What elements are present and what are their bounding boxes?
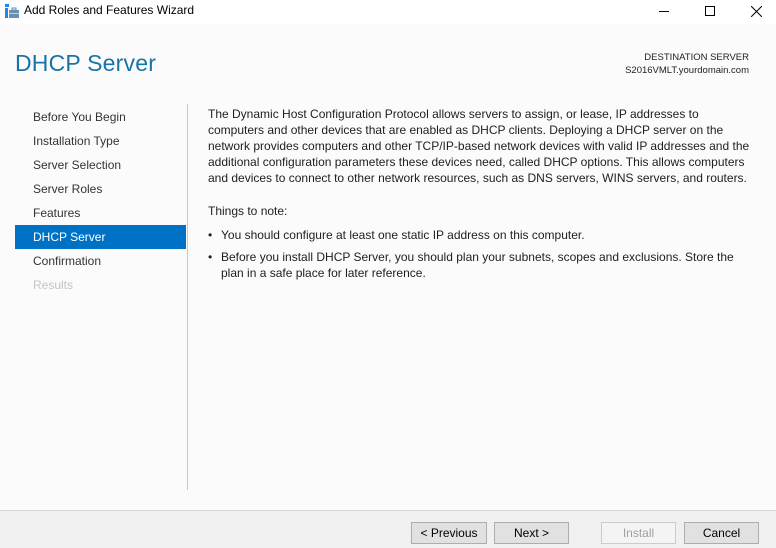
notes-heading: Things to note:	[208, 204, 288, 218]
note-text: You should configure at least one static…	[221, 228, 585, 242]
page-title: DHCP Server	[15, 50, 157, 76]
previous-button[interactable]: < Previous	[411, 522, 487, 544]
nav-item-confirmation[interactable]: Confirmation	[15, 249, 186, 273]
window-title: Add Roles and Features Wizard	[24, 3, 195, 17]
close-icon	[750, 5, 762, 17]
nav-item-server-selection[interactable]: Server Selection	[15, 153, 186, 177]
minimize-button[interactable]	[641, 0, 687, 22]
wizard-steps-nav: Before You Begin Installation Type Serve…	[15, 105, 186, 297]
install-button: Install	[601, 522, 676, 544]
dhcp-description: The Dynamic Host Configuration Protocol …	[208, 107, 750, 185]
wizard-header: DHCP Server DESTINATION SERVER S2016VMLT…	[0, 24, 776, 104]
note-text: Before you install DHCP Server, you shou…	[221, 250, 734, 280]
server-manager-icon	[4, 3, 20, 19]
note-item: • You should configure at least one stat…	[208, 227, 753, 243]
nav-item-results: Results	[33, 278, 74, 292]
maximize-button[interactable]	[687, 0, 733, 22]
wizard-footer: < Previous Next > Install Cancel	[0, 510, 776, 548]
bullet-icon: •	[208, 228, 213, 242]
sidebar-divider	[187, 104, 188, 490]
next-button[interactable]: Next >	[494, 522, 569, 544]
destination-server-info: DESTINATION SERVER S2016VMLT.yourdomain.…	[625, 51, 749, 77]
nav-item-installation-type[interactable]: Installation Type	[15, 129, 186, 153]
note-item: • Before you install DHCP Server, you sh…	[208, 249, 753, 281]
cancel-button[interactable]: Cancel	[684, 522, 759, 544]
notes-list: • You should configure at least one stat…	[208, 227, 753, 281]
close-button[interactable]	[733, 0, 776, 22]
destination-server-label: DESTINATION SERVER	[644, 52, 749, 63]
nav-item-server-roles[interactable]: Server Roles	[15, 177, 186, 201]
nav-item-before-you-begin[interactable]: Before You Begin	[15, 105, 186, 129]
nav-item-features[interactable]: Features	[15, 201, 186, 225]
title-bar: Add Roles and Features Wizard	[0, 0, 776, 24]
nav-item-dhcp-server[interactable]: DHCP Server	[15, 225, 186, 249]
maximize-icon	[705, 6, 715, 16]
page-content: The Dynamic Host Configuration Protocol …	[208, 106, 753, 287]
minimize-icon	[659, 6, 669, 16]
destination-server-name: S2016VMLT.yourdomain.com	[625, 65, 749, 76]
bullet-icon: •	[208, 250, 213, 264]
